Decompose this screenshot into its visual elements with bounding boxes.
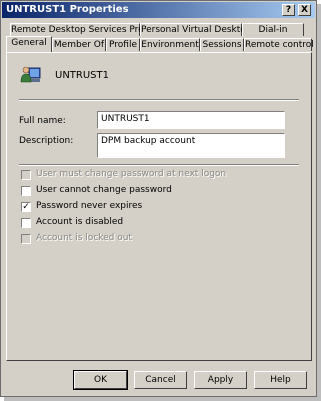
- tab-environment[interactable]: Environment: [140, 38, 200, 51]
- title-bar[interactable]: UNTRUST1 Properties ? X: [2, 2, 315, 18]
- description-label: Description:: [19, 136, 74, 146]
- help-icon[interactable]: ?: [282, 4, 295, 16]
- general-tab-panel: UNTRUST1 Full name: UNTRUST1 Description…: [6, 52, 312, 361]
- checkbox-password-never-expires[interactable]: ✓: [21, 202, 31, 212]
- user-icon: [20, 66, 41, 83]
- ok-button[interactable]: OK: [73, 370, 128, 390]
- description-field[interactable]: DPM backup account: [97, 133, 285, 158]
- label-must-change-password: User must change password at next logon: [36, 169, 227, 179]
- help-button[interactable]: Help: [254, 371, 307, 389]
- tab-sessions[interactable]: Sessions: [200, 38, 244, 51]
- tab-general[interactable]: General: [6, 36, 52, 52]
- tab-profile[interactable]: Profile: [106, 38, 140, 51]
- tab-remote-desktop-services-profile[interactable]: Remote Desktop Services Profile: [10, 23, 157, 36]
- window-shadow-right: [317, 4, 321, 401]
- tab-dial-in[interactable]: Dial-in: [242, 23, 304, 36]
- label-cannot-change-password: User cannot change password: [36, 185, 172, 195]
- label-account-locked-out: Account is locked out: [36, 233, 132, 243]
- tab-member-of[interactable]: Member Of: [52, 38, 106, 51]
- checkbox-account-disabled[interactable]: [21, 218, 31, 228]
- apply-button[interactable]: Apply: [194, 371, 247, 389]
- separator-middle: [19, 164, 299, 166]
- user-name-heading: UNTRUST1: [55, 70, 109, 81]
- checkbox-must-change-password[interactable]: [21, 170, 31, 180]
- full-name-label: Full name:: [19, 116, 66, 126]
- window-title: UNTRUST1 Properties: [6, 4, 129, 15]
- separator-top: [19, 99, 299, 101]
- cancel-button[interactable]: Cancel: [134, 371, 187, 389]
- tab-personal-virtual-desktop[interactable]: Personal Virtual Desktop: [140, 23, 252, 36]
- full-name-field[interactable]: UNTRUST1: [97, 111, 285, 129]
- checkbox-cannot-change-password[interactable]: [21, 186, 31, 196]
- properties-dialog: UNTRUST1 Properties ? X Remote Desktop S…: [0, 0, 317, 397]
- label-account-disabled: Account is disabled: [36, 217, 124, 227]
- checkbox-account-locked-out[interactable]: [21, 234, 31, 244]
- tab-remote-control[interactable]: Remote control: [244, 38, 314, 51]
- label-password-never-expires: Password never expires: [36, 201, 143, 211]
- window-shadow-bottom: [4, 397, 321, 401]
- close-icon[interactable]: X: [298, 4, 311, 16]
